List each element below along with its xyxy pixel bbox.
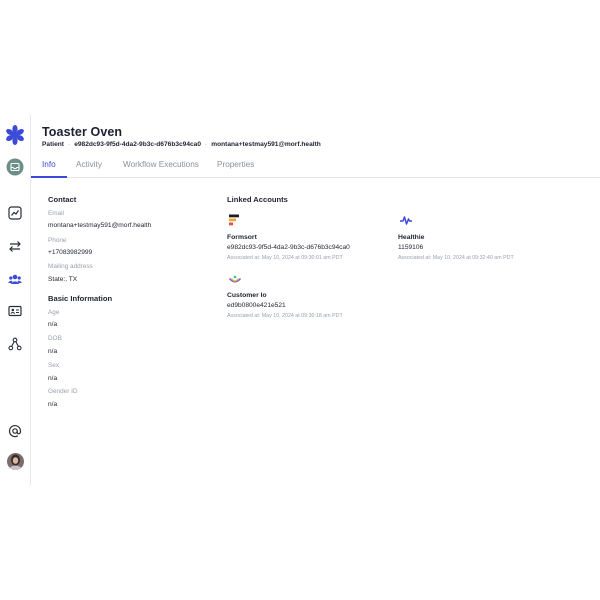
account-name: Healthie	[398, 234, 425, 241]
account-associated-at: Associated at: May 10, 2024 at 09:32:40 …	[398, 255, 514, 261]
tab-workflow-executions[interactable]: Workflow Executions	[123, 160, 199, 169]
separator-dot: ·	[205, 141, 208, 148]
sex-value: n/a	[48, 375, 58, 382]
avatar[interactable]	[5, 451, 25, 471]
dob-label: DOB	[48, 335, 62, 342]
transfer-icon[interactable]	[5, 236, 25, 256]
sex-label: Sex	[48, 362, 60, 369]
people-icon[interactable]	[5, 269, 25, 289]
formsort-logo-icon	[229, 214, 239, 226]
tab-activity[interactable]: Activity	[76, 160, 102, 169]
phone-value: +17083982999	[48, 249, 93, 256]
email-label: Email	[48, 210, 64, 217]
basic-info-section-title: Basic Information	[48, 294, 113, 303]
account-id: ed9b0800e421e521	[227, 302, 286, 309]
customer-io-logo-icon	[228, 275, 242, 283]
patient-email: montana+testmay591@morf.health	[211, 141, 321, 148]
mailing-address-label: Mailing address	[48, 263, 93, 270]
tab-properties[interactable]: Properties	[217, 160, 254, 169]
separator-dot: ·	[67, 141, 71, 148]
account-id: 1159106	[398, 244, 424, 251]
account-associated-at: Associated at: May 10, 2024 at 09:30:18 …	[227, 313, 343, 319]
mailing-address-value: State:, TX	[48, 276, 78, 283]
dob-value: n/a	[48, 348, 58, 355]
tab-bar: Info Activity Workflow Executions Proper…	[31, 152, 600, 178]
gender-id-value: n/a	[48, 401, 58, 408]
page-title: Toaster Oven	[42, 125, 123, 139]
patient-id: e982dc93-9f5d-4da2-9b3c-d676b3c94ca0	[74, 141, 202, 148]
healthie-logo-icon	[400, 216, 412, 225]
age-label: Age	[48, 309, 60, 316]
account-id: e982dc93-9f5d-4da2-9b3c-d676b3c94ca0	[227, 244, 350, 251]
contact-section-title: Contact	[48, 195, 77, 204]
analytics-icon[interactable]	[5, 203, 25, 223]
inbox-icon[interactable]	[5, 157, 25, 177]
at-sign-icon[interactable]	[5, 421, 25, 441]
morf-logo-icon[interactable]	[5, 125, 25, 145]
record-subline: Patient · e982dc93-9f5d-4da2-9b3c-d676b3c9…	[42, 141, 321, 148]
age-value: n/a	[48, 321, 58, 328]
gender-id-label: Gender ID	[48, 388, 78, 395]
active-tab-indicator	[31, 176, 67, 178]
tab-info[interactable]: Info	[42, 160, 56, 169]
workflow-icon[interactable]	[5, 334, 25, 354]
record-type-label: Patient	[42, 141, 64, 148]
phone-label: Phone	[48, 237, 67, 244]
main-content: Toaster Oven Patient · e982dc93-9f5d-4da2-…	[31, 115, 600, 485]
id-card-icon[interactable]	[5, 301, 25, 321]
account-associated-at: Associated at: May 10, 2024 at 09:30:01 …	[227, 255, 343, 261]
linked-accounts-title: Linked Accounts	[227, 195, 288, 204]
sidebar	[0, 115, 31, 485]
email-value: montana+testmay591@morf.health	[48, 222, 152, 229]
account-name: Formsort	[227, 234, 257, 241]
account-name: Customer Io	[227, 292, 267, 299]
